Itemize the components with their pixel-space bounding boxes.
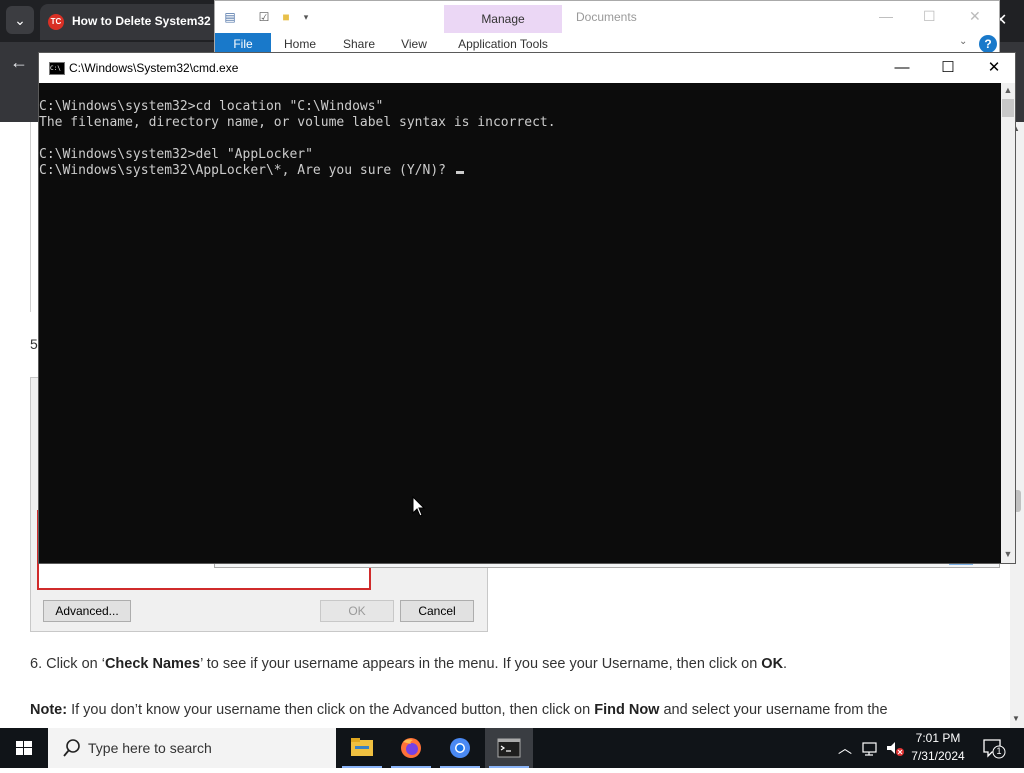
find-now-bold: Find Now (594, 702, 660, 718)
taskbar-firefox[interactable] (387, 728, 435, 768)
cmd-close-icon[interactable]: ✕ (971, 53, 1017, 83)
file-explorer-icon (351, 738, 373, 756)
chrome-icon (450, 738, 470, 758)
explorer-maximize-icon[interactable]: ☐ (923, 8, 936, 25)
show-hidden-icons-chevron-icon[interactable]: ︿ (838, 738, 852, 758)
note-text-mid: If you don’t know your username then cli… (67, 702, 595, 718)
explorer-minimize-icon[interactable]: — (879, 8, 893, 24)
ok-bold: OK (761, 656, 784, 672)
taskbar-chrome[interactable] (436, 728, 484, 768)
step-number: 5 (30, 336, 38, 352)
cmd-scroll-thumb[interactable] (1002, 99, 1014, 117)
cmd-window-title: C:\Windows\System32\cmd.exe (69, 61, 239, 75)
cmd-scrollbar[interactable]: ▲ ▼ (1001, 83, 1015, 563)
cmd-titlebar[interactable]: C:\ C:\Windows\System32\cmd.exe — ☐ ✕ (39, 53, 1015, 83)
explorer-window-title: Documents (576, 10, 637, 24)
cmd-minimize-icon[interactable]: — (879, 53, 925, 83)
ok-button: OK (320, 600, 394, 622)
ribbon-expand-chevron-icon[interactable]: ⌄ (959, 36, 967, 47)
scroll-down-icon[interactable]: ▼ (1012, 714, 1020, 723)
cmd-maximize-icon[interactable]: ☐ (925, 53, 971, 83)
back-arrow-icon[interactable]: ← (10, 52, 28, 73)
explorer-titlebar: ▤ ☑ ■ ▾ Manage Documents — ☐ ✕ (215, 1, 999, 53)
cancel-button[interactable]: Cancel (400, 600, 474, 622)
taskbar-command-prompt[interactable] (485, 728, 533, 768)
console-line: C:\Windows\system32>del "AppLocker" (39, 147, 313, 162)
manage-label: Manage (481, 12, 525, 26)
help-icon[interactable]: ? (979, 35, 997, 53)
clock-time[interactable]: 7:01 PM (906, 731, 970, 745)
cmd-scroll-down-icon[interactable]: ▼ (1002, 549, 1014, 559)
new-folder-icon[interactable]: ■ (279, 9, 293, 25)
taskbar-file-explorer[interactable] (338, 728, 386, 768)
tab-search-button[interactable]: ⌄ (6, 6, 34, 34)
search-placeholder: Type here to search (88, 740, 212, 756)
taskbar-search-box[interactable]: Type here to search (48, 728, 336, 768)
firefox-icon (401, 738, 421, 758)
clock-date[interactable]: 7/31/2024 (906, 749, 970, 763)
command-prompt-icon (497, 738, 521, 758)
cmd-app-icon[interactable]: C:\ (49, 62, 65, 75)
browser-tab[interactable]: TC How to Delete System32 F (40, 4, 240, 40)
notification-count-badge: 1 (996, 746, 1002, 756)
windows-logo-icon (16, 741, 32, 755)
site-favicon-icon: TC (48, 14, 64, 30)
step6-paragraph: 6. Click on ‘Check Names’ to see if your… (30, 656, 787, 672)
check-names-bold: Check Names (104, 656, 201, 672)
customize-toolbar-icon[interactable]: ▾ (299, 9, 313, 25)
checkbox-icon[interactable]: ☑ (257, 9, 271, 25)
note-label: Note: (30, 702, 68, 718)
step6-text-mid: ’ to see if your username appears in the… (200, 656, 762, 672)
console-line: The filename, directory name, or volume … (39, 115, 556, 130)
step6-text-post: . (783, 656, 788, 672)
console-prompt-line: C:\Windows\system32\AppLocker\*, Are you… (39, 163, 464, 178)
tab-title: How to Delete System32 F (72, 14, 222, 28)
search-icon (63, 739, 80, 757)
console-output[interactable]: C:\Windows\system32>cd location "C:\Wind… (39, 83, 1001, 563)
text-cursor (455, 171, 464, 174)
volume-muted-icon[interactable] (884, 738, 906, 758)
advanced-button[interactable]: Advanced... (43, 600, 131, 622)
properties-icon[interactable]: ▤ (223, 9, 237, 25)
start-button[interactable] (0, 728, 48, 768)
step6-text-pre: 6. Click on ‘ (30, 656, 105, 672)
network-icon[interactable] (860, 738, 880, 758)
note-paragraph: Note: If you don’t know your username th… (30, 702, 888, 718)
explorer-close-icon[interactable]: ✕ (969, 8, 981, 25)
note-text-post: and select your username from the (659, 702, 888, 718)
cmd-window: C:\ C:\Windows\System32\cmd.exe — ☐ ✕ C:… (38, 52, 1016, 564)
cmd-scroll-up-icon[interactable]: ▲ (1002, 85, 1014, 95)
console-prompt-text: C:\Windows\system32\AppLocker\*, Are you… (39, 163, 454, 178)
mouse-pointer-icon (412, 496, 426, 517)
taskbar: Type here to search ︿ 7:01 PM 7/31/2024 … (0, 728, 1024, 768)
console-line: C:\Windows\system32>cd location "C:\Wind… (39, 99, 384, 114)
